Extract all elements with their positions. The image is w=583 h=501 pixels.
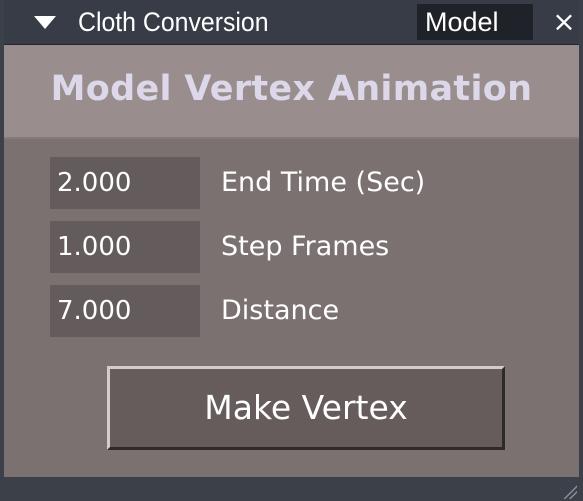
panel-title: Model Vertex Animation <box>50 69 533 109</box>
step-frames-row: Step Frames <box>50 221 550 273</box>
distance-row: Distance <box>50 285 550 337</box>
step-frames-input[interactable] <box>50 221 200 273</box>
make-vertex-button[interactable]: Make Vertex <box>107 366 505 450</box>
end-time-input[interactable] <box>50 157 200 209</box>
bottom-bar <box>4 477 579 501</box>
distance-input[interactable] <box>50 285 200 337</box>
model-tab[interactable]: Model <box>417 4 533 40</box>
resize-grip-icon[interactable] <box>563 485 577 499</box>
cloth-conversion-panel: Cloth Conversion Model × Model Vertex An… <box>0 0 583 501</box>
title-bar[interactable]: Cloth Conversion Model × <box>4 0 579 45</box>
distance-label: Distance <box>221 295 340 326</box>
triangle-down-icon[interactable] <box>34 16 56 29</box>
end-time-row: End Time (Sec) <box>50 157 550 209</box>
end-time-label: End Time (Sec) <box>221 167 426 198</box>
step-frames-label: Step Frames <box>221 231 390 262</box>
close-icon[interactable]: × <box>551 5 577 39</box>
window-title: Cloth Conversion <box>78 7 269 37</box>
panel-header: Model Vertex Animation <box>4 45 579 139</box>
